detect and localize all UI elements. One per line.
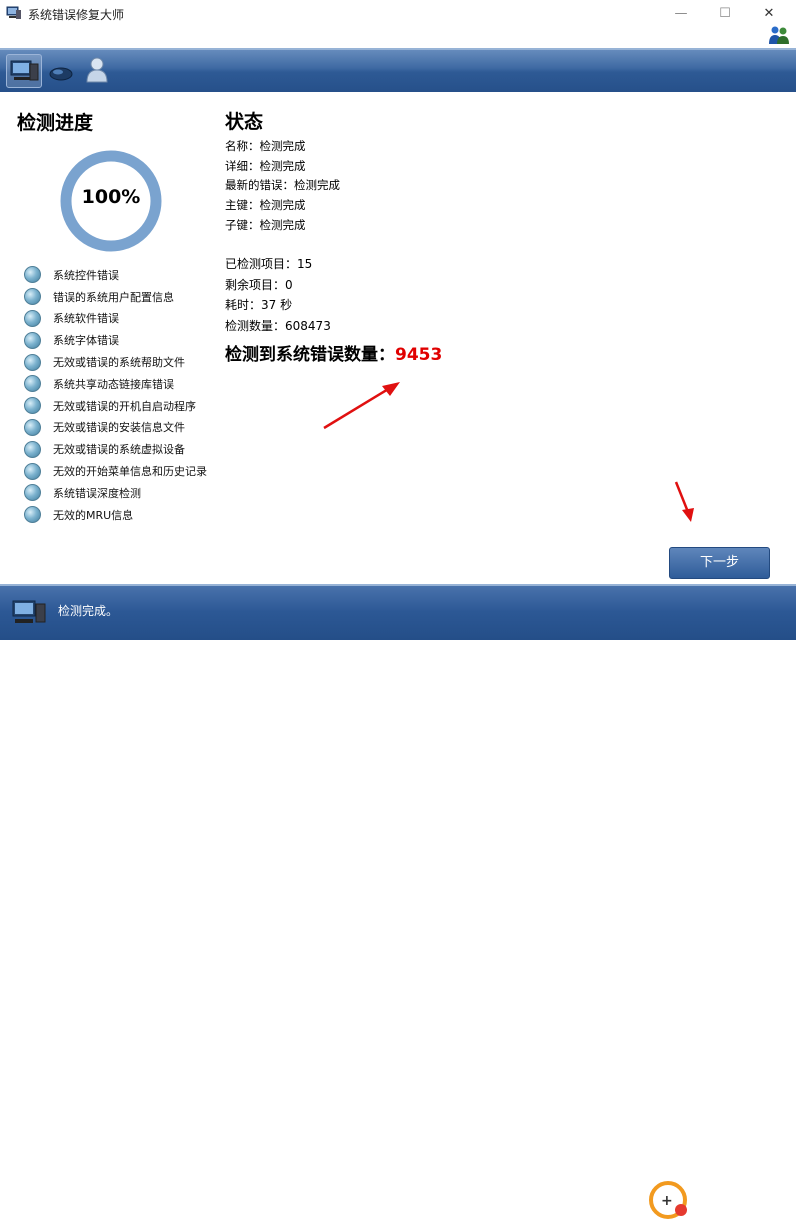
status-dot-icon bbox=[24, 462, 41, 480]
minimize-button[interactable]: — bbox=[664, 4, 698, 24]
status-dot-icon bbox=[24, 309, 41, 327]
status-dot-icon bbox=[24, 506, 41, 524]
stat-lines: 已检测项目：15 剩余项目：0 耗时：37 秒检测数量：608473 bbox=[225, 254, 331, 336]
status-value: 15 bbox=[297, 257, 313, 271]
list-item: 无效或错误的系统帮助文件 bbox=[24, 351, 224, 373]
status-lines: 名称：检测完成 详细：检测完成 最新的错误：检测完成 主键：检测完成 子键：检测完成 bbox=[225, 137, 340, 236]
list-item-label: 系统字体错误 bbox=[53, 334, 119, 348]
watermark-logo-icon: + bbox=[649, 1181, 687, 1219]
status-line: 名称：检测完成 bbox=[225, 137, 340, 157]
status-value: 608473 bbox=[285, 318, 331, 333]
status-dot-icon bbox=[24, 418, 41, 436]
status-dot-icon bbox=[24, 397, 41, 415]
watermark-subtext: danji100.com bbox=[694, 1204, 762, 1215]
toolbar-mouse-button[interactable] bbox=[44, 54, 78, 86]
status-dot-icon bbox=[24, 353, 41, 371]
list-item: 无效或错误的系统虚拟设备 bbox=[24, 438, 224, 460]
status-text: 检测完成。 bbox=[58, 604, 119, 618]
error-count-label: 检测到系统错误数量： bbox=[225, 345, 395, 365]
svg-text:+: + bbox=[661, 1193, 673, 1209]
list-item: 无效的MRU信息 bbox=[24, 504, 224, 526]
progress-heading: 检测进度 bbox=[17, 112, 94, 134]
close-button[interactable]: ✕ bbox=[752, 4, 786, 24]
list-item: 无效的开始菜单信息和历史记录 bbox=[24, 460, 224, 482]
status-value: 检测完成 bbox=[259, 158, 306, 173]
status-line: 耗时：37 秒 bbox=[225, 295, 331, 316]
status-label: 名称： bbox=[225, 139, 260, 153]
status-value: 0 bbox=[285, 277, 293, 292]
status-line: 主键：检测完成 bbox=[225, 196, 340, 216]
list-item-label: 系统共享动态链接库错误 bbox=[53, 377, 174, 391]
list-item: 系统共享动态链接库错误 bbox=[24, 373, 224, 395]
status-value: 检测完成 bbox=[259, 198, 306, 213]
toolbar-user-button[interactable] bbox=[80, 54, 114, 86]
list-item-label: 无效或错误的安装信息文件 bbox=[53, 421, 185, 435]
list-item: 系统错误深度检测 bbox=[24, 482, 224, 504]
list-item: 错误的系统用户配置信息 bbox=[24, 286, 224, 308]
status-label: 子键： bbox=[225, 217, 260, 232]
toolbar bbox=[0, 48, 796, 92]
mouse-icon bbox=[49, 67, 73, 81]
list-item-label: 系统软件错误 bbox=[53, 312, 119, 326]
users-icon[interactable] bbox=[768, 24, 790, 46]
list-item: 系统字体错误 bbox=[24, 329, 224, 351]
list-item: 系统软件错误 bbox=[24, 308, 224, 330]
list-item-label: 无效或错误的系统帮助文件 bbox=[53, 356, 185, 370]
status-dot-icon bbox=[24, 266, 41, 284]
list-item-label: 无效的MRU信息 bbox=[53, 508, 134, 522]
status-bar: 检测完成。 + 单机100网 danji100.com bbox=[0, 584, 796, 1219]
status-label: 剩余项目： bbox=[225, 277, 286, 292]
list-item-label: 系统控件错误 bbox=[53, 268, 119, 282]
computer-icon bbox=[10, 60, 39, 81]
list-item: 无效或错误的开机自启动程序 bbox=[24, 395, 224, 417]
status-label: 最新的错误： bbox=[225, 178, 294, 193]
status-line: 子键：检测完成 bbox=[225, 216, 340, 236]
title-bar: 系统错误修复大师 — ☐ ✕ bbox=[0, 0, 796, 28]
status-value: 检测完成 bbox=[294, 178, 340, 193]
status-line: 检测数量：608473 bbox=[225, 316, 331, 337]
list-item: 系统控件错误 bbox=[24, 264, 224, 286]
status-value: 检测完成 bbox=[259, 139, 306, 153]
status-dot-icon bbox=[24, 375, 41, 393]
check-item-list: 系统控件错误错误的系统用户配置信息 系统软件错误 系统字体错误无效或错误的系统帮助文… bbox=[24, 264, 224, 526]
status-line: 剩余项目：0 bbox=[225, 275, 331, 296]
maximize-button[interactable]: ☐ bbox=[708, 4, 742, 24]
status-value: 37 秒 bbox=[261, 298, 293, 313]
app-icon bbox=[6, 6, 21, 19]
watermark: + 单机100网 danji100.com bbox=[648, 1180, 796, 1220]
list-item-label: 错误的系统用户配置信息 bbox=[53, 290, 174, 304]
status-label: 主键： bbox=[225, 198, 260, 213]
red-arrow-icon bbox=[674, 481, 694, 522]
status-line: 最新的错误：检测完成 bbox=[225, 176, 340, 196]
list-item-label: 无效或错误的系统虚拟设备 bbox=[53, 443, 185, 457]
error-count-line: 检测到系统错误数量：9453 bbox=[225, 340, 442, 365]
status-label: 检测数量： bbox=[225, 318, 286, 333]
user-icon bbox=[86, 57, 108, 83]
status-line: 详细：检测完成 bbox=[225, 157, 340, 177]
status-dot-icon bbox=[24, 440, 41, 458]
red-arrow-icon bbox=[323, 382, 400, 430]
computer-icon bbox=[12, 600, 46, 623]
window-title: 系统错误修复大师 bbox=[28, 8, 125, 22]
status-dot-icon bbox=[24, 331, 41, 349]
toolbar-scan-button[interactable] bbox=[6, 54, 42, 88]
status-label: 已检测项目： bbox=[225, 257, 298, 271]
status-label: 详细： bbox=[225, 158, 260, 173]
status-value: 检测完成 bbox=[259, 217, 306, 232]
list-item-label: 无效的开始菜单信息和历史记录 bbox=[53, 465, 207, 479]
next-button[interactable]: 下一步 bbox=[669, 547, 770, 579]
progress-percent: 100% bbox=[81, 186, 141, 208]
status-dot-icon bbox=[24, 484, 41, 502]
status-label: 耗时： bbox=[225, 298, 262, 313]
status-heading: 状态 bbox=[225, 111, 264, 133]
error-count-value: 9453 bbox=[395, 345, 443, 365]
list-item-label: 无效或错误的开机自启动程序 bbox=[53, 399, 196, 413]
list-item-label: 系统错误深度检测 bbox=[53, 486, 141, 500]
status-dot-icon bbox=[24, 288, 41, 306]
status-line: 已检测项目：15 bbox=[225, 254, 331, 275]
list-item: 无效或错误的安装信息文件 bbox=[24, 417, 224, 439]
